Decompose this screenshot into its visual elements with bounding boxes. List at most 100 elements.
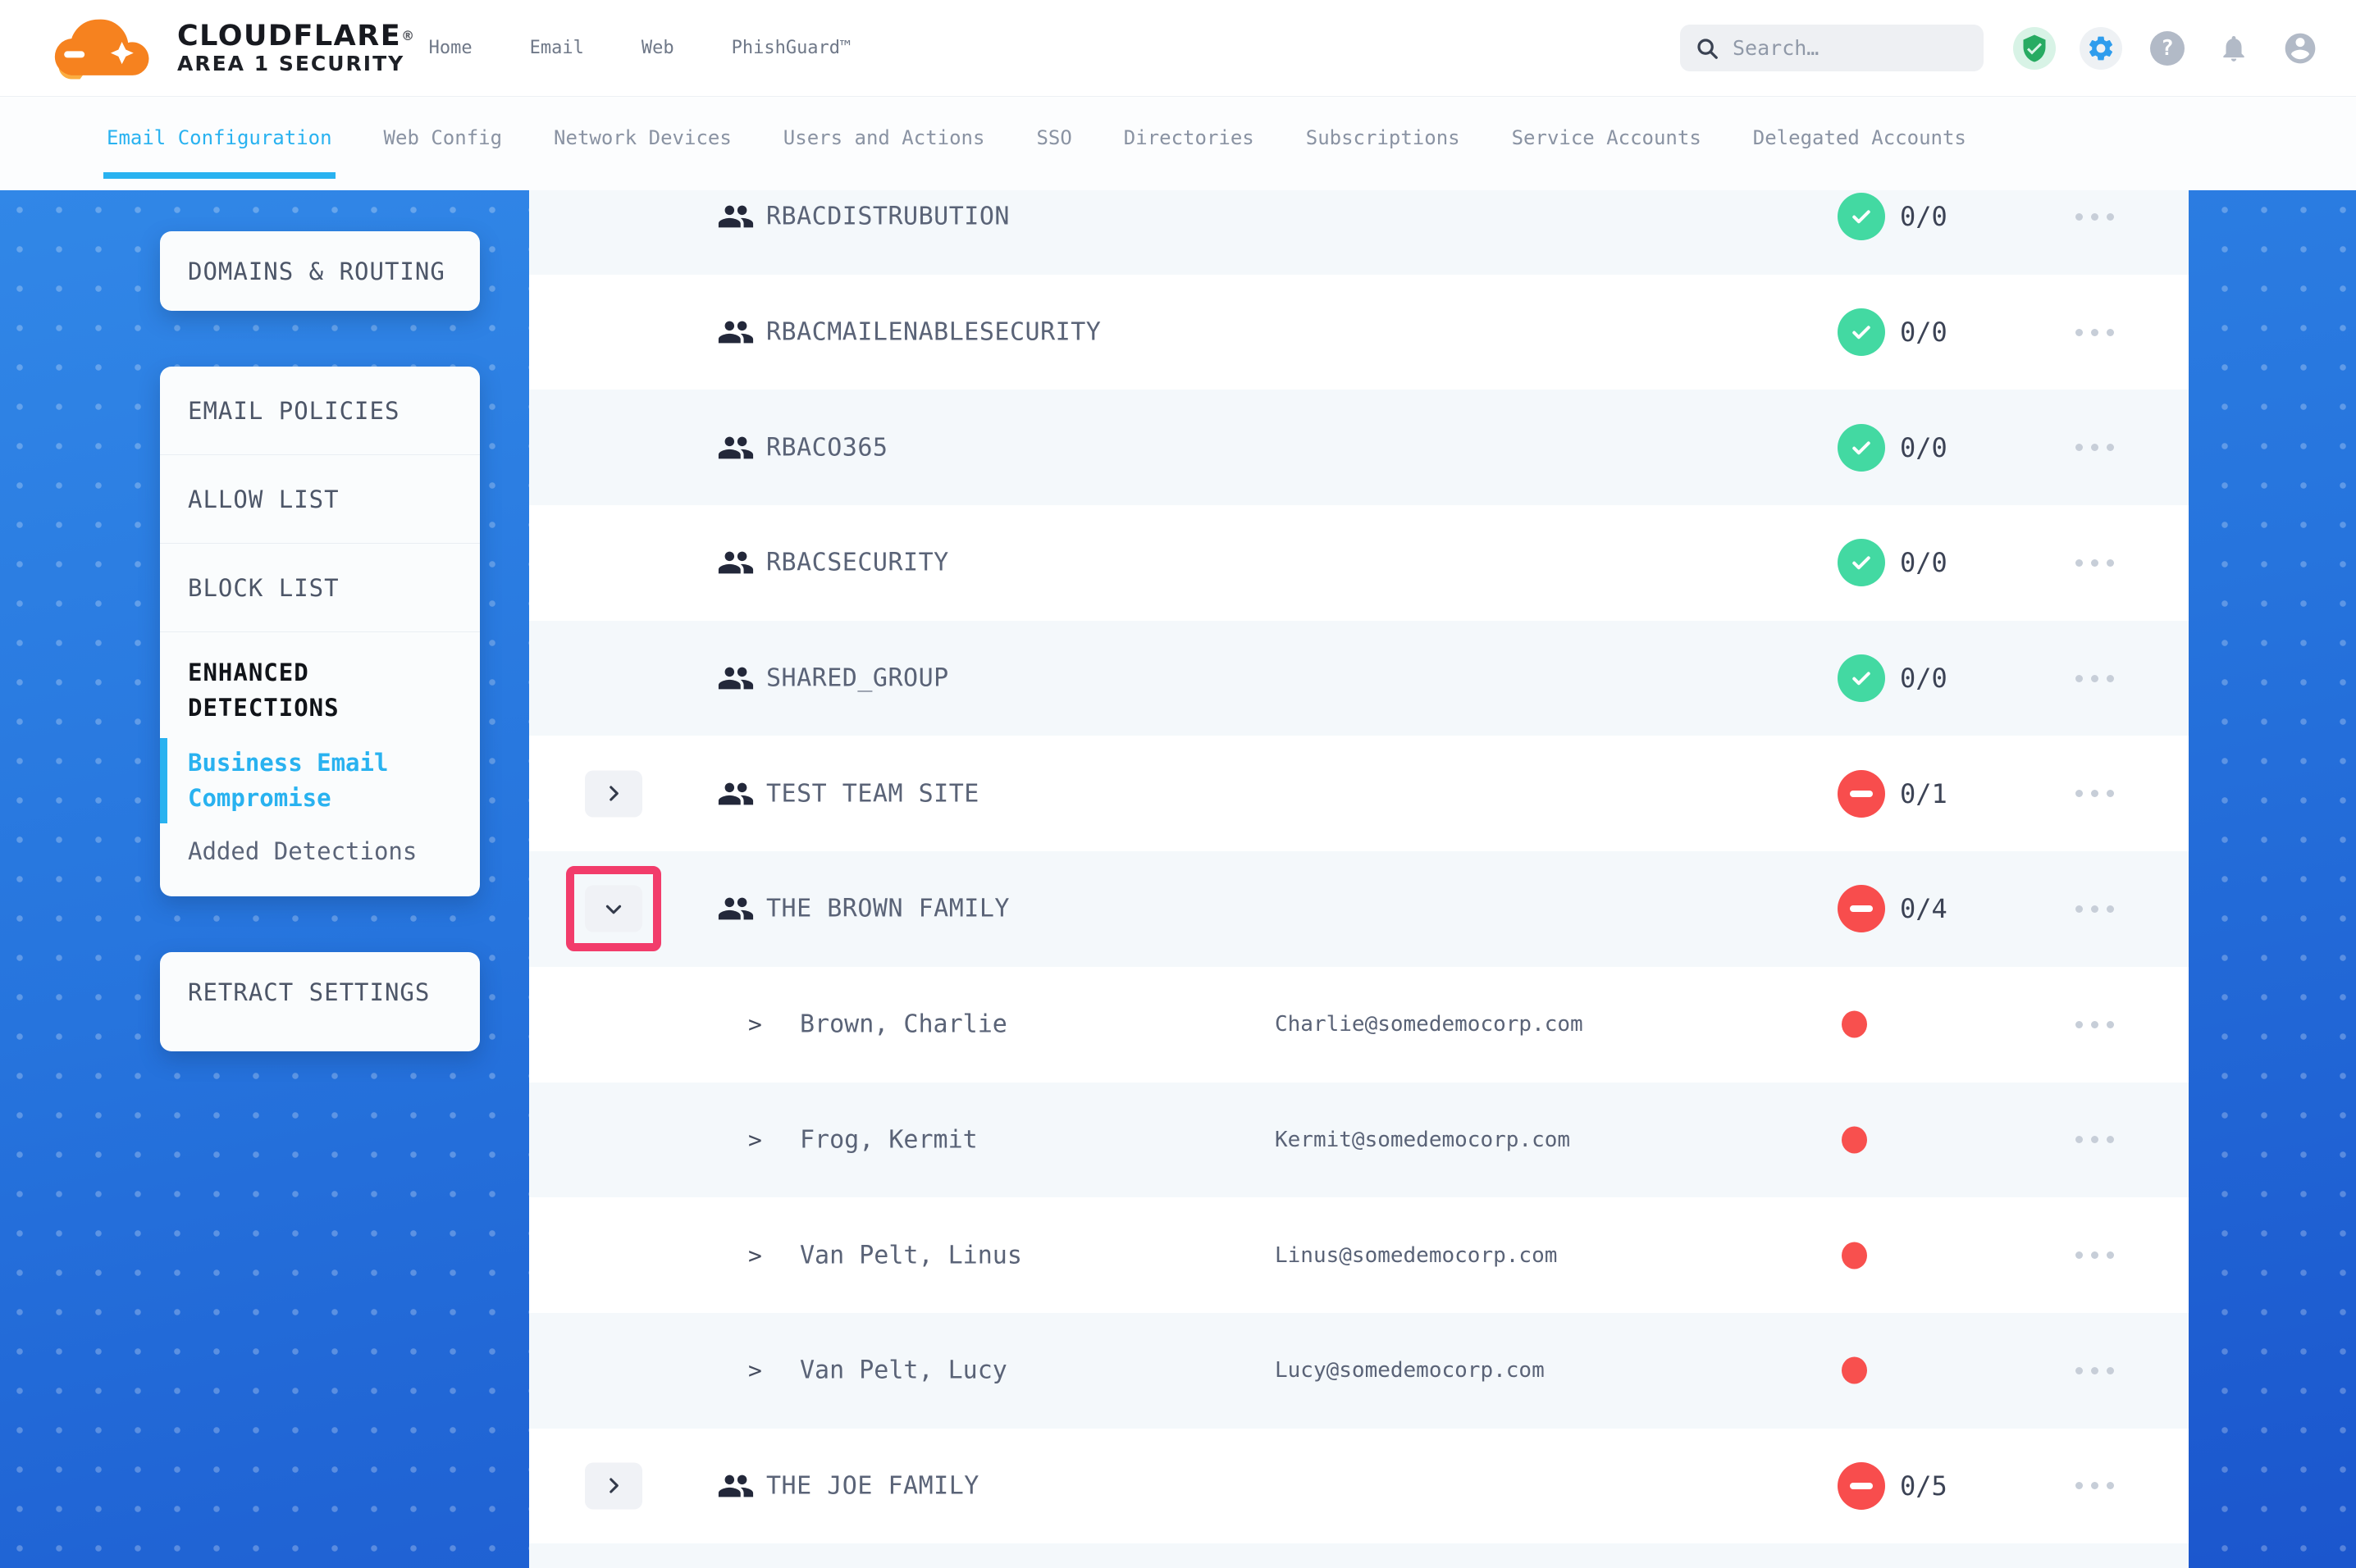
minus-icon [1850,1483,1873,1489]
member-count: 0/1 [1900,778,1947,809]
dot [2075,444,2083,451]
collapse-button[interactable] [585,886,642,932]
group-icon-wrapper [717,198,755,235]
group-icon [717,890,755,928]
dot [2107,905,2114,913]
member-row: >Brown, CharlieCharlie@somedemocorp.com [529,967,2189,1083]
row-menu-button[interactable] [2057,776,2132,812]
dot [2091,790,2098,797]
sidebar-item-business-email-compromise[interactable]: Business Email Compromise [160,745,480,816]
groups-table: RBACDISTRUBUTION0/0RBACMAILENABLESECURIT… [529,190,2189,1568]
sidebar-item-added-detections[interactable]: Added Detections [160,816,480,896]
dot [2075,1367,2083,1374]
tab-web-config[interactable]: Web Config [384,97,503,179]
cloudflare-cloud-icon [43,14,166,83]
row-menu-button[interactable] [2057,1238,2132,1274]
group-icon-wrapper [717,890,755,928]
row-menu-button[interactable] [2057,891,2132,927]
group-icon-wrapper [717,313,755,351]
domains-routing-card: DOMAINS & ROUTING [160,231,480,311]
status-pass-badge [1838,539,1885,586]
sidebar-item-retract-settings[interactable]: RETRACT SETTINGS [160,952,480,1032]
row-menu-button[interactable] [2057,545,2132,581]
group-icon-wrapper [717,429,755,467]
status-alert-dot [1842,1126,1867,1153]
tab-service-accounts[interactable]: Service Accounts [1512,97,1701,179]
row-menu-button[interactable] [2057,430,2132,466]
member-count: 0/0 [1900,663,1947,694]
dot [2091,1367,2098,1374]
shield-check-button[interactable] [2013,27,2056,70]
group-name: RBACDISTRUBUTION [766,203,1010,231]
status-pass-badge [1838,424,1885,472]
chevron-right-icon[interactable]: > [748,1126,762,1153]
member-email: Lucy@somedemocorp.com [1275,1358,1545,1383]
dot [2107,1136,2114,1143]
sidebar-item-allow-list[interactable]: ALLOW LIST [160,455,480,544]
row-menu-button[interactable] [2057,314,2132,350]
dot [2107,675,2114,682]
tab-subscriptions[interactable]: Subscriptions [1306,97,1460,179]
status-pass-badge [1838,654,1885,702]
dot [2107,444,2114,451]
tab-users-and-actions[interactable]: Users and Actions [783,97,985,179]
row-menu-button[interactable] [2057,198,2132,235]
group-icon-wrapper [717,1467,755,1505]
row-menu-button[interactable] [2057,1468,2132,1504]
notifications-button[interactable] [2212,27,2255,70]
status-pass-badge [1838,193,1885,240]
sidebar-item-email-policies[interactable]: EMAIL POLICIES [160,367,480,455]
chevron-right-icon[interactable]: > [748,1011,762,1038]
row-menu-button[interactable] [2057,1122,2132,1158]
row-menu-button[interactable] [2057,660,2132,696]
nav-item-web[interactable]: Web [642,38,674,58]
expand-button[interactable] [585,1462,642,1509]
email-policies-card: EMAIL POLICIESALLOW LISTBLOCK LISTENHANC… [160,367,480,896]
nav-item-home[interactable]: Home [429,38,473,58]
sidebar-item-enhanced-detections[interactable]: ENHANCED DETECTIONS [160,632,480,726]
search-input[interactable] [1733,36,1969,60]
sidebar-item-domains-routing[interactable]: DOMAINS & ROUTING [160,231,480,311]
group-icon-wrapper [717,659,755,697]
dot [2075,905,2083,913]
dot [2091,905,2098,913]
next-row-sliver [529,1543,2189,1568]
dot [2075,1136,2083,1143]
sidebar-item-block-list[interactable]: BLOCK LIST [160,544,480,632]
settings-button[interactable] [2080,27,2122,70]
help-button[interactable]: ? [2146,27,2189,70]
member-count: 0/0 [1900,547,1947,578]
tab-network-devices[interactable]: Network Devices [554,97,732,179]
group-name: THE JOE FAMILY [766,1471,979,1500]
account-button[interactable] [2279,27,2322,70]
dot [2107,1482,2114,1489]
group-row: THE JOE FAMILY0/5 [529,1429,2189,1544]
expand-button[interactable] [585,770,642,817]
group-icon-wrapper [717,775,755,813]
chevron-right-icon[interactable]: > [748,1242,762,1269]
dot [2091,444,2098,451]
cloudflare-logo[interactable]: CLOUDFLARE® AREA 1 SECURITY [43,14,416,83]
status-alert-dot [1842,1242,1867,1269]
dot [2107,213,2114,221]
nav-item-phishguard[interactable]: PhishGuard™ [732,38,852,58]
nav-item-email[interactable]: Email [530,38,584,58]
tab-delegated-accounts[interactable]: Delegated Accounts [1753,97,1966,179]
account-icon [2282,30,2318,66]
dot [2075,1251,2083,1259]
group-icon [717,1467,755,1505]
tab-directories[interactable]: Directories [1124,97,1254,179]
row-menu-button[interactable] [2057,1352,2132,1388]
group-row: SHARED_GROUP0/0 [529,621,2189,736]
member-count: 0/4 [1900,893,1947,924]
chevron-right-icon[interactable]: > [748,1357,762,1384]
dot [2091,1021,2098,1028]
row-menu-button[interactable] [2057,1006,2132,1042]
group-name: TEST TEAM SITE [766,779,979,808]
group-row: THE BROWN FAMILY0/4 [529,851,2189,967]
status-block-badge [1838,770,1885,818]
tab-email-configuration[interactable]: Email Configuration [107,97,332,179]
top-header: CLOUDFLARE® AREA 1 SECURITY Home Email Web… [0,0,2356,97]
tab-sso[interactable]: SSO [1036,97,1071,179]
brand-name: CLOUDFLARE® [177,21,416,52]
